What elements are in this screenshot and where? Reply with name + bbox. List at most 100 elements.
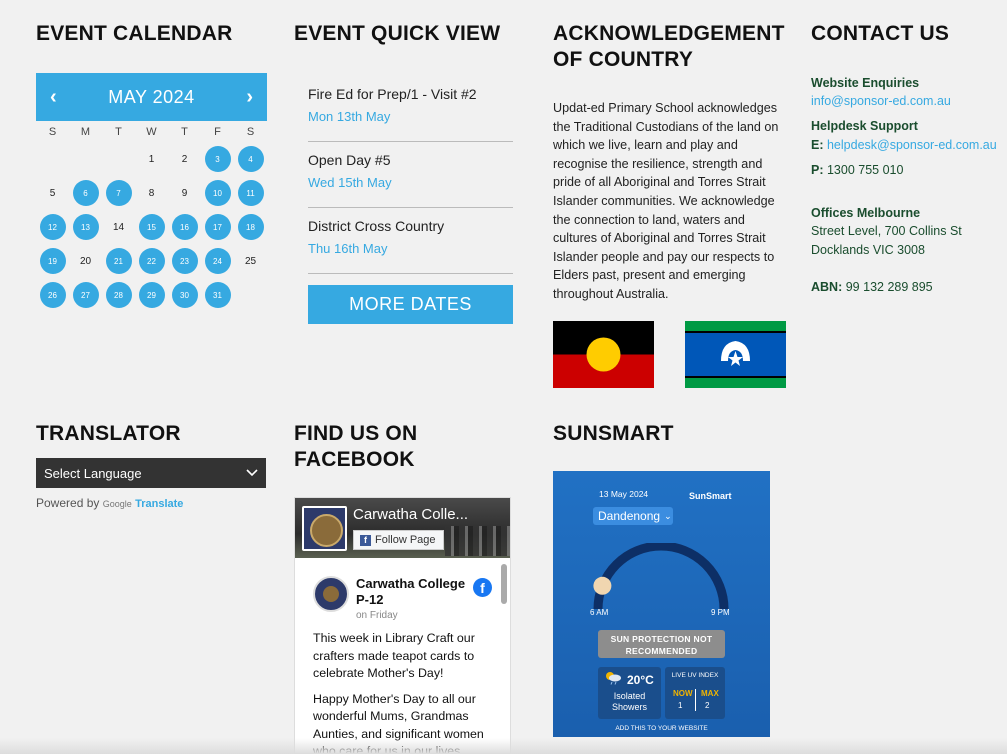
event-title[interactable]: District Cross Country bbox=[308, 218, 513, 234]
website-email-link[interactable]: info@sponsor-ed.com.au bbox=[811, 92, 951, 110]
sunsmart-heading: SUNSMART bbox=[553, 422, 674, 445]
calendar-blank bbox=[102, 142, 135, 176]
calendar-day-event[interactable]: 7 bbox=[102, 176, 135, 210]
facebook-page-name[interactable]: Carwatha Colle... bbox=[353, 506, 468, 523]
ack-text: Updat-ed Primary School acknowledges the… bbox=[553, 101, 779, 301]
weekday-label: S bbox=[48, 126, 57, 138]
protection-status: SUN PROTECTION NOT RECOMMENDED bbox=[598, 630, 725, 658]
calendar-month: MAY 2024 bbox=[108, 86, 195, 107]
calendar-day-event[interactable]: 29 bbox=[135, 278, 168, 312]
phone-prefix: P: bbox=[811, 163, 824, 177]
weekday-label: S bbox=[246, 126, 255, 138]
aboriginal-flag bbox=[553, 321, 654, 388]
website-enquiries-label: Website Enquiries bbox=[811, 76, 920, 90]
calendar-day-event[interactable]: 4 bbox=[234, 142, 267, 176]
weekday-label: M bbox=[80, 126, 91, 138]
temperature: 20°C bbox=[627, 673, 654, 687]
sun-position-marker bbox=[593, 576, 612, 595]
calendar-day-event[interactable]: 28 bbox=[102, 278, 135, 312]
uv-divider bbox=[695, 689, 696, 711]
calendar-day-event[interactable]: 12 bbox=[36, 210, 69, 244]
calendar-day-event[interactable]: 23 bbox=[168, 244, 201, 278]
powered-by: Powered by Google Translate bbox=[36, 496, 183, 510]
sunsmart-logo: SunSmart bbox=[689, 491, 732, 501]
facebook-scrollbar[interactable] bbox=[501, 564, 507, 604]
calendar-day-event[interactable]: 18 bbox=[234, 210, 267, 244]
calendar-day: 14 bbox=[112, 221, 125, 233]
weekday-label: T bbox=[115, 126, 122, 138]
calendar-day-event[interactable]: 3 bbox=[201, 142, 234, 176]
event-title[interactable]: Open Day #5 bbox=[308, 152, 513, 168]
uv-max-value: 2 bbox=[705, 701, 710, 710]
event-item-3[interactable]: District Cross Country Thu 16th May bbox=[308, 218, 513, 274]
calendar-day-event[interactable]: 6 bbox=[69, 176, 102, 210]
uv-now-label: NOW bbox=[673, 689, 693, 698]
weather-box: 20°C Isolated Showers bbox=[598, 667, 661, 719]
event-item-2[interactable]: Open Day #5 Wed 15th May bbox=[308, 152, 513, 208]
quickview-heading: EVENT QUICK VIEW bbox=[294, 22, 501, 45]
calendar-day-event[interactable]: 17 bbox=[201, 210, 234, 244]
calendar-day-event[interactable]: 26 bbox=[36, 278, 69, 312]
uv-now-value: 1 bbox=[678, 701, 683, 710]
calendar-day-event[interactable]: 24 bbox=[201, 244, 234, 278]
contact-heading: CONTACT US bbox=[811, 22, 950, 45]
translate-link[interactable]: Translate bbox=[135, 498, 183, 510]
event-item-1[interactable]: Fire Ed for Prep/1 - Visit #2 Mon 13th M… bbox=[308, 86, 513, 142]
post-time[interactable]: on Friday bbox=[356, 610, 398, 621]
facebook-post: Carwatha College P-12 on Friday f This w… bbox=[303, 566, 500, 753]
chevron-left-icon[interactable]: ‹ bbox=[50, 86, 57, 109]
poster-avatar[interactable] bbox=[313, 576, 349, 612]
calendar-day-event[interactable]: 13 bbox=[69, 210, 102, 244]
calendar-day-event[interactable]: 16 bbox=[168, 210, 201, 244]
calendar-day-event[interactable]: 30 bbox=[168, 278, 201, 312]
office-label: Offices Melbourne bbox=[811, 206, 921, 220]
phone-number[interactable]: 1300 755 010 bbox=[827, 163, 903, 177]
more-dates-button[interactable]: MORE DATES bbox=[308, 285, 513, 324]
ack-heading: ACKNOWLEDGEMENT OF COUNTRY bbox=[553, 22, 785, 71]
post-text: This week in Library Craft our crafters … bbox=[313, 630, 495, 753]
calendar-day-event[interactable]: 11 bbox=[234, 176, 267, 210]
showers-icon bbox=[606, 672, 621, 685]
calendar-day-event[interactable]: 31 bbox=[201, 278, 234, 312]
calendar-day-event[interactable]: 22 bbox=[135, 244, 168, 278]
calendar-day: 20 bbox=[79, 255, 92, 267]
add-widget-link[interactable]: ADD THIS TO YOUR WEBSITE bbox=[553, 725, 770, 732]
calendar-day-event[interactable]: 21 bbox=[102, 244, 135, 278]
facebook-logo-icon[interactable]: f bbox=[473, 578, 492, 597]
helpdesk-email-link[interactable]: helpdesk@sponsor-ed.com.au bbox=[827, 138, 997, 152]
calendar-blank bbox=[69, 142, 102, 176]
calendar-day-event[interactable]: 10 bbox=[201, 176, 234, 210]
calendar-day-event[interactable]: 27 bbox=[69, 278, 102, 312]
abn-label: ABN: bbox=[811, 280, 843, 294]
chevron-down-icon bbox=[246, 469, 258, 477]
facebook-page-avatar[interactable] bbox=[302, 506, 347, 551]
calendar-day: 5 bbox=[49, 187, 56, 199]
follow-page-label: Follow Page bbox=[375, 534, 436, 546]
location-select[interactable]: Dandenong ⌄ bbox=[593, 507, 673, 525]
calendar-day: 9 bbox=[181, 187, 188, 199]
event-title[interactable]: Fire Ed for Prep/1 - Visit #2 bbox=[308, 86, 513, 102]
calendar-day: 2 bbox=[181, 153, 188, 165]
sunsmart-date: 13 May 2024 bbox=[599, 489, 649, 499]
event-date: Mon 13th May bbox=[308, 109, 391, 124]
facebook-cover-photo bbox=[445, 526, 510, 556]
calendar-day: 8 bbox=[148, 187, 155, 199]
event-date: Wed 15th May bbox=[308, 175, 392, 190]
location-label: Dandenong bbox=[598, 509, 661, 523]
calendar-header: ‹ MAY 2024 › bbox=[36, 73, 267, 121]
chevron-right-icon[interactable]: › bbox=[246, 86, 253, 109]
phone-row: P: 1300 755 010 bbox=[811, 161, 903, 179]
language-select[interactable]: Select Language bbox=[36, 458, 266, 488]
poster-name[interactable]: Carwatha College P-12 bbox=[356, 576, 471, 608]
calendar-day-event[interactable]: 19 bbox=[36, 244, 69, 278]
weather-condition: Isolated Showers bbox=[611, 691, 647, 712]
address-line-1: Street Level, 700 Collins St bbox=[811, 224, 962, 238]
email-prefix: E: bbox=[811, 138, 824, 152]
powered-by-text: Powered by bbox=[36, 496, 100, 510]
chevron-down-icon: ⌄ bbox=[664, 510, 672, 521]
calendar-day-event[interactable]: 15 bbox=[135, 210, 168, 244]
follow-page-button[interactable]: f Follow Page bbox=[353, 530, 444, 550]
facebook-widget: Carwatha Colle... f Follow Page Carwatha… bbox=[294, 497, 511, 754]
facebook-icon: f bbox=[360, 534, 371, 546]
calendar-day: 25 bbox=[244, 255, 257, 267]
